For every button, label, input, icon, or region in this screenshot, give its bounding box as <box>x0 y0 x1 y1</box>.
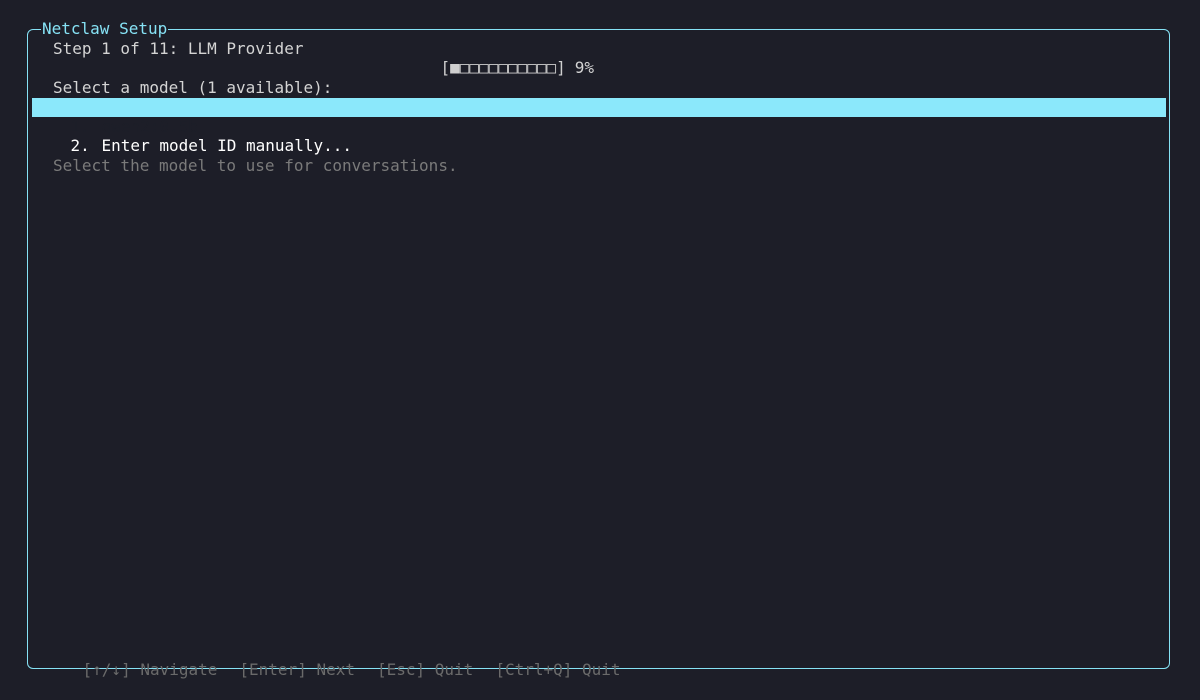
frame-title: Netclaw Setup <box>41 19 169 39</box>
progress-indicator: [■□□□□□□□□□□] 9% <box>402 39 595 97</box>
model-select-hint: Select the model to use for conversation… <box>53 156 458 175</box>
terminal-window: Netclaw Setup Step 1 of 11: LLM Provider… <box>0 0 1200 700</box>
keybinding-footer: [↑/↓] Navigate [Enter] Next [Esc] Quit [Ctr… <box>44 641 621 699</box>
model-select-prompt: Select a model (1 available): <box>53 78 333 97</box>
navigate-keybinding: [↑/↓] Navigate <box>82 660 218 680</box>
model-option-manual-entry[interactable]: 2. Enter model ID manually... <box>32 117 1166 155</box>
option-label: Enter model ID manually... <box>101 136 352 156</box>
option-number: 2. <box>70 136 90 156</box>
step-label: Step 1 of 11: LLM Provider <box>53 39 304 58</box>
esc-quit-keybinding: [Esc] Quit <box>376 660 474 680</box>
next-keybinding: [Enter] Next <box>239 660 355 680</box>
ctrl-q-quit-keybinding: [Ctrl+Q] Quit <box>495 660 621 680</box>
progress-percent: 9% <box>574 58 595 78</box>
progress-bar: [■□□□□□□□□□□] <box>440 58 566 78</box>
model-option-qwen2[interactable]: 1. qwen2:0.5b <box>32 98 1166 136</box>
